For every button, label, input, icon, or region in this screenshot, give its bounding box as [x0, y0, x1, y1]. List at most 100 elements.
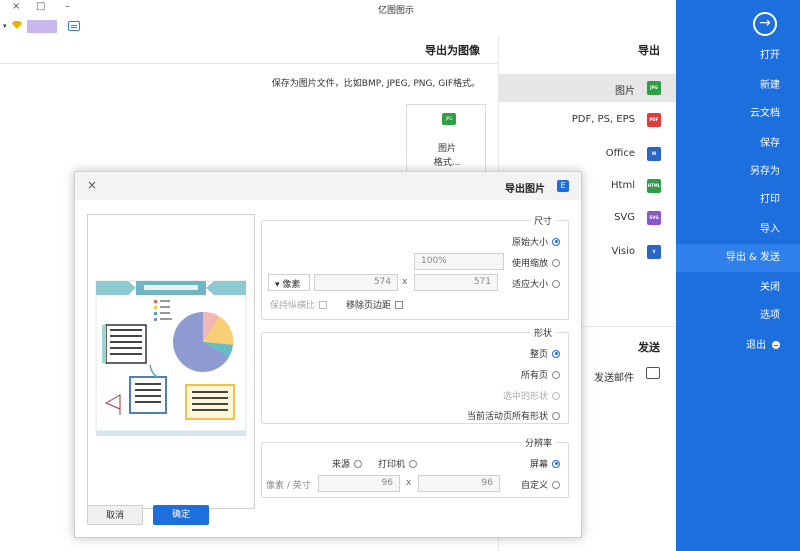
close-window-button[interactable]: ×	[12, 1, 20, 12]
screen-radio[interactable]: 屏幕	[530, 457, 560, 470]
dpi-y-input[interactable]: 96	[318, 475, 400, 492]
message-icon[interactable]	[68, 21, 80, 31]
sidebar-item[interactable]: 打开	[676, 42, 800, 70]
shape-group: 形状 整页 所有页 选中的形状 当前活动页所有形状	[261, 326, 569, 424]
original-size-radio[interactable]: 原始大小	[512, 235, 560, 248]
file-type-icon: V	[647, 245, 661, 259]
export-option[interactable]: Office W	[499, 140, 677, 168]
exit-icon	[772, 341, 780, 349]
export-option-label: SVG	[614, 212, 635, 223]
sidebar-item[interactable]: 导出 & 发送	[676, 244, 800, 272]
jpg-icon: JPG	[442, 113, 456, 125]
keep-ratio-checkbox[interactable]: 保持纵横比	[270, 298, 328, 311]
window-title: 亿图图示	[378, 6, 415, 16]
send-email-label[interactable]: 发送邮件	[594, 369, 634, 384]
height-value: 574	[373, 277, 391, 287]
sidebar-item[interactable]: 另存为	[676, 158, 800, 186]
dropdown-arrow-icon[interactable]: ▾	[3, 22, 7, 30]
dialog-header: × 导出图片 E	[75, 172, 581, 200]
unit-value: 像素	[282, 280, 301, 290]
current-page-all-shapes-label: 当前活动页所有形状	[466, 412, 548, 422]
custom-radio[interactable]: 自定义	[521, 478, 560, 491]
source-radio[interactable]: 来源	[332, 457, 363, 470]
sidebar-item-label: 另存为	[750, 166, 780, 177]
printer-label: 打印机	[378, 460, 406, 470]
height-input[interactable]: 574	[314, 274, 398, 291]
unit-select[interactable]: ▾ 像素	[268, 274, 310, 291]
fit-size-radio[interactable]: 适应大小	[512, 277, 560, 290]
whole-page-radio[interactable]: 整页	[530, 347, 560, 360]
dpi-unit-label: 像素 / 英寸	[266, 481, 311, 491]
export-header: 导出	[638, 44, 660, 57]
all-pages-radio[interactable]: 所有页	[521, 368, 560, 381]
avatar[interactable]	[27, 20, 57, 33]
current-page-all-shapes-radio[interactable]: 当前活动页所有形状	[467, 409, 560, 422]
sidebar-item[interactable]: 导入	[676, 216, 800, 244]
zoom-value: 100%	[421, 256, 447, 266]
resolution-group: 分辨率 屏幕 打印机 来源 自定义 96 x 96 像素 / 英寸	[261, 436, 569, 498]
checkbox-box[interactable]	[319, 300, 328, 309]
dpi-x-input[interactable]: 96	[418, 475, 500, 492]
card-line-2: 格式...	[433, 158, 461, 168]
radio-circle[interactable]	[552, 459, 560, 468]
send-header: 发送	[638, 341, 660, 354]
radio-circle[interactable]	[409, 459, 418, 468]
sidebar-item[interactable]: 打印	[676, 186, 800, 214]
export-option[interactable]: 图片 JPG	[499, 74, 677, 102]
sidebar-item[interactable]: 关闭	[676, 274, 800, 302]
export-option[interactable]: PDF, PS, EPS PDF	[499, 106, 677, 134]
export-option-label: PDF, PS, EPS	[571, 114, 635, 125]
radio-circle[interactable]	[354, 459, 363, 468]
card-line-1: 图片	[437, 144, 456, 154]
remove-margin-checkbox[interactable]: 移除页边距	[346, 298, 404, 311]
file-type-icon: SVG	[647, 211, 661, 225]
sidebar-item[interactable]: 退出	[676, 332, 800, 360]
sidebar-item-label: 导入	[760, 224, 780, 235]
width-input[interactable]: 571	[414, 274, 498, 291]
times-label: x	[406, 478, 412, 488]
sidebar-item[interactable]: 保存	[676, 130, 800, 158]
export-preview	[87, 214, 255, 509]
cancel-button[interactable]: 取消	[87, 505, 143, 525]
selected-shapes-label: 选中的形状	[502, 392, 548, 402]
chevron-down-icon: ▾	[275, 280, 280, 290]
sidebar: → 打开新建 云文档 保存另存为打印导入导出 & 发送 关闭 选项退出	[676, 0, 800, 551]
printer-radio[interactable]: 打印机	[378, 457, 418, 470]
export-option-label: Html	[611, 180, 635, 191]
sidebar-item[interactable]: 新建	[676, 72, 800, 100]
radio-circle[interactable]	[552, 258, 560, 267]
keep-ratio-label: 保持纵横比	[270, 301, 316, 311]
export-description: 保存为图片文件，比如BMP, JPEG, PNG, GIF格式。	[271, 79, 480, 89]
dpi-x-value: 96	[481, 478, 493, 488]
sidebar-item-label: 打开	[760, 50, 780, 61]
back-arrow-icon[interactable]: →	[753, 12, 777, 36]
selected-shapes-radio[interactable]: 选中的形状	[503, 389, 560, 402]
sidebar-item[interactable]: 云文档	[676, 100, 800, 128]
maximize-window-button[interactable]: □	[36, 1, 45, 12]
zoom-radio[interactable]: 使用缩放	[512, 256, 560, 269]
checkbox-box[interactable]	[395, 300, 404, 309]
radio-circle[interactable]	[552, 370, 560, 379]
radio-circle[interactable]	[552, 237, 560, 246]
sidebar-item-label: 退出	[746, 340, 766, 351]
screen-label: 屏幕	[529, 460, 548, 470]
remove-margin-label: 移除页边距	[346, 301, 392, 311]
radio-circle[interactable]	[552, 391, 560, 400]
radio-circle[interactable]	[552, 411, 560, 420]
minimize-window-button[interactable]: –	[65, 1, 70, 12]
diagram-preview-image	[95, 280, 247, 436]
radio-circle[interactable]	[552, 279, 560, 288]
radio-circle[interactable]	[552, 349, 560, 358]
export-option-label: Office	[605, 148, 635, 159]
close-icon[interactable]: ×	[87, 178, 97, 192]
all-pages-label: 所有页	[520, 371, 548, 381]
times-label: x	[402, 277, 408, 287]
sidebar-item[interactable]: 选项	[676, 302, 800, 330]
zoom-input[interactable]: 100%	[414, 253, 504, 270]
email-icon[interactable]	[646, 367, 660, 379]
radio-circle[interactable]	[552, 480, 560, 489]
ok-button[interactable]: 确定	[153, 505, 209, 525]
gem-icon[interactable]	[12, 21, 22, 29]
size-group: 尺寸 原始大小 使用缩放 100% 适应大小 571 x 574 ▾ 像素 移除…	[261, 214, 569, 320]
size-group-label: 尺寸	[529, 214, 556, 227]
